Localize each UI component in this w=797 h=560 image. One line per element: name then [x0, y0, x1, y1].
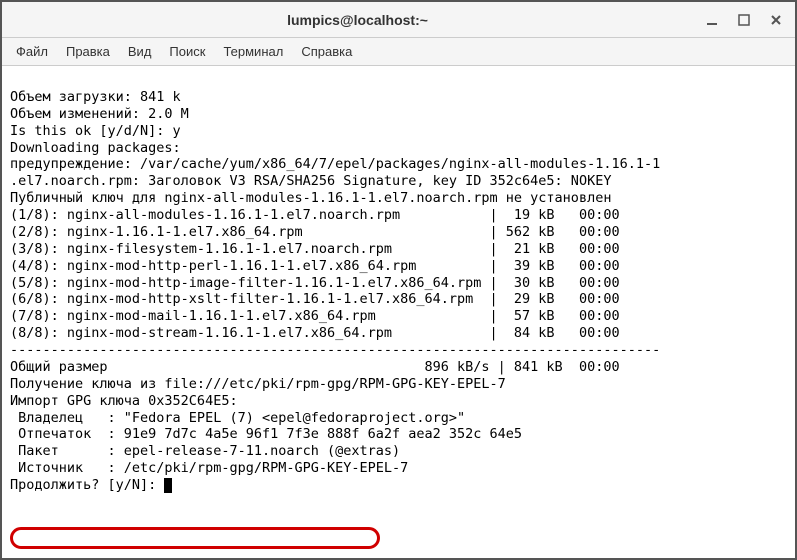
terminal-prompt: Продолжить? [y/N]: — [10, 477, 164, 493]
highlight-annotation — [10, 527, 380, 549]
terminal-line: (4/8): nginx-mod-http-perl-1.16.1-1.el7.… — [10, 258, 620, 274]
terminal-line: (2/8): nginx-1.16.1-1.el7.x86_64.rpm | 5… — [10, 224, 620, 240]
close-button[interactable] — [767, 11, 785, 29]
menu-file[interactable]: Файл — [8, 41, 56, 62]
terminal-line: (5/8): nginx-mod-http-image-filter-1.16.… — [10, 275, 620, 291]
minimize-button[interactable] — [703, 11, 721, 29]
terminal-line: Публичный ключ для nginx-all-modules-1.1… — [10, 190, 611, 206]
terminal-line: Импорт GPG ключа 0x352C64E5: — [10, 393, 238, 409]
terminal-line: (3/8): nginx-filesystem-1.16.1-1.el7.noa… — [10, 241, 620, 257]
menu-search[interactable]: Поиск — [161, 41, 213, 62]
terminal-line: Downloading packages: — [10, 140, 181, 156]
menu-view[interactable]: Вид — [120, 41, 160, 62]
terminal-line: .el7.noarch.rpm: Заголовок V3 RSA/SHA256… — [10, 173, 611, 189]
terminal-line: Владелец : "Fedora EPEL (7) <epel@fedora… — [10, 410, 465, 426]
terminal-line: Объем загрузки: 841 k — [10, 89, 181, 105]
menu-help[interactable]: Справка — [293, 41, 360, 62]
window-controls — [703, 11, 785, 29]
terminal-line: Общий размер 896 kB/s | 841 kB 00:00 — [10, 359, 620, 375]
terminal-line: Объем изменений: 2.0 M — [10, 106, 189, 122]
terminal-line: Получение ключа из file:///etc/pki/rpm-g… — [10, 376, 506, 392]
terminal-line: Is this ok [y/d/N]: y — [10, 123, 181, 139]
maximize-button[interactable] — [735, 11, 753, 29]
menu-terminal[interactable]: Терминал — [215, 41, 291, 62]
window-titlebar: lumpics@localhost:~ — [2, 2, 795, 38]
terminal-line: предупреждение: /var/cache/yum/x86_64/7/… — [10, 156, 660, 172]
terminal-line: Источник : /etc/pki/rpm-gpg/RPM-GPG-KEY-… — [10, 460, 408, 476]
terminal-line: (7/8): nginx-mod-mail-1.16.1-1.el7.x86_6… — [10, 308, 620, 324]
terminal-output[interactable]: Объем загрузки: 841 k Объем изменений: 2… — [2, 66, 795, 558]
terminal-line: (1/8): nginx-all-modules-1.16.1-1.el7.no… — [10, 207, 620, 223]
terminal-line: Пакет : epel-release-7-11.noarch (@extra… — [10, 443, 400, 459]
terminal-line: ----------------------------------------… — [10, 342, 660, 358]
terminal-line: Отпечаток : 91e9 7d7c 4a5e 96f1 7f3e 888… — [10, 426, 522, 442]
window-title: lumpics@localhost:~ — [12, 12, 703, 28]
menu-edit[interactable]: Правка — [58, 41, 118, 62]
terminal-cursor — [164, 478, 172, 493]
menubar: Файл Правка Вид Поиск Терминал Справка — [2, 38, 795, 66]
terminal-line: (6/8): nginx-mod-http-xslt-filter-1.16.1… — [10, 291, 620, 307]
terminal-line: (8/8): nginx-mod-stream-1.16.1-1.el7.x86… — [10, 325, 620, 341]
